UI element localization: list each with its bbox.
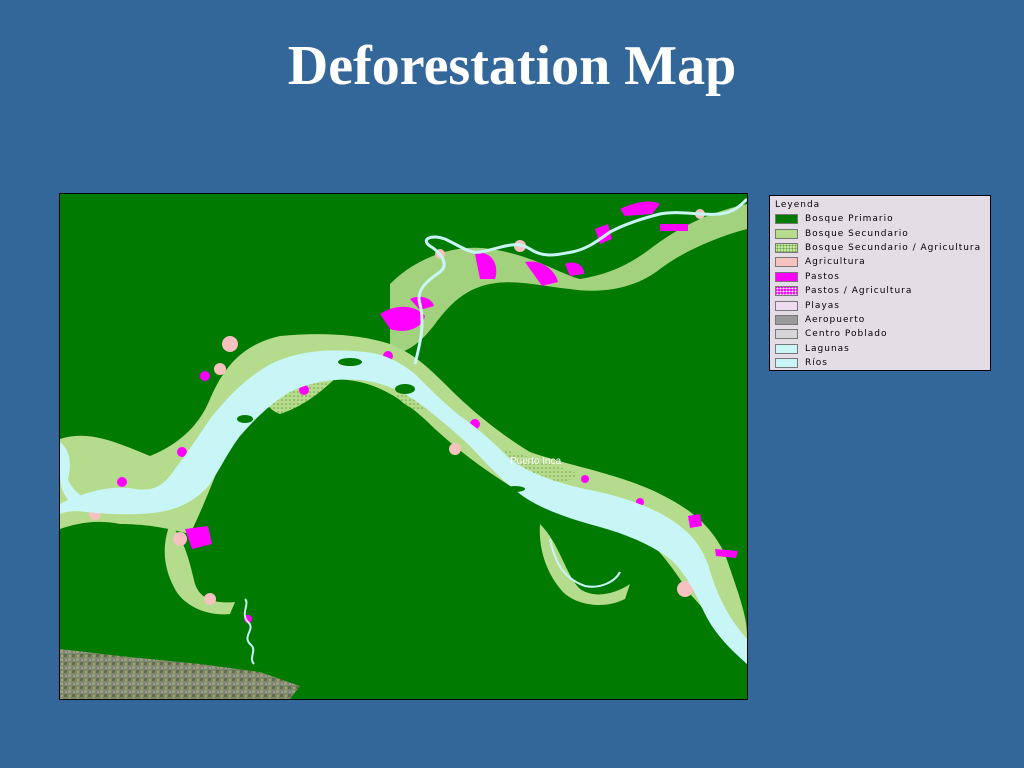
legend-label: Centro Poblado (805, 329, 888, 340)
legend-swatch (775, 228, 798, 239)
legend-item: Bosque Secundario / Agricultura (775, 241, 986, 255)
legend-swatch (775, 286, 798, 297)
legend-swatch (775, 214, 798, 225)
secondary-forest-zones (60, 204, 747, 664)
legend-label: Ríos (805, 358, 828, 369)
tributary-meander (243, 598, 255, 665)
legend-item: Centro Poblado (775, 327, 986, 341)
legend-item: Bosque Primario (775, 212, 986, 226)
legend-swatch (775, 271, 798, 282)
legend-swatch (775, 242, 798, 253)
legend-title: Leyenda (775, 200, 821, 210)
legend-item: Agricultura (775, 255, 986, 269)
legend-items: Bosque Primario Bosque Secundario Bosque S… (775, 212, 986, 370)
deforestation-map[interactable]: Puerto Inca (59, 193, 748, 700)
legend-swatch (775, 257, 798, 268)
satellite-imagery-area (60, 649, 300, 699)
map-legend: Leyenda Bosque Primario Bosque Secundario… (769, 195, 991, 371)
legend-label: Bosque Secundario / Agricultura (805, 242, 982, 253)
legend-item: Playas (775, 298, 986, 312)
legend-swatch (775, 300, 798, 311)
legend-swatch (775, 358, 798, 369)
map-canvas: Puerto Inca (60, 197, 747, 699)
legend-swatch (775, 329, 798, 340)
legend-item: Aeropuerto (775, 313, 986, 327)
legend-item: Bosque Secundario (775, 226, 986, 240)
legend-swatch (775, 343, 798, 354)
legend-label: Pastos / Agricultura (805, 286, 913, 297)
legend-label: Playas (805, 300, 840, 311)
legend-label: Lagunas (805, 343, 850, 354)
legend-swatch (775, 314, 798, 325)
legend-label: Pastos (805, 271, 840, 282)
legend-label: Bosque Primario (805, 214, 894, 225)
agriculture-patches (89, 209, 705, 605)
legend-item: Lagunas (775, 342, 986, 356)
legend-label: Bosque Secundario (805, 228, 909, 239)
slide-title: Deforestation Map (287, 35, 737, 97)
legend-label: Aeropuerto (805, 314, 866, 325)
legend-item: Pastos / Agricultura (775, 284, 986, 298)
legend-label: Agricultura (805, 257, 866, 268)
place-label-puerto-inca: Puerto Inca (510, 456, 562, 467)
legend-item: Ríos (775, 356, 986, 370)
legend-item: Pastos (775, 270, 986, 284)
